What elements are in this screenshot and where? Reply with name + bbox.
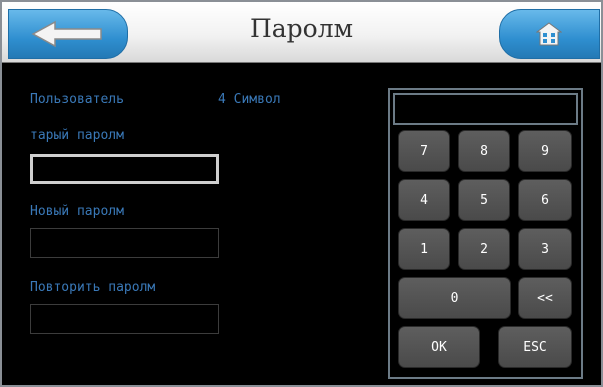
header-bar: Паролм: [2, 2, 601, 63]
old-password-field[interactable]: [30, 154, 219, 184]
key-1[interactable]: 1: [398, 228, 450, 270]
new-password-field[interactable]: [30, 228, 219, 258]
esc-button[interactable]: ESC: [498, 326, 572, 368]
key-6[interactable]: 6: [518, 179, 572, 221]
numeric-keypad: 7 8 9 4 5 6 1 2 3 0 << OK ESC: [388, 88, 583, 379]
old-password-label: тарый паролм: [30, 128, 124, 143]
key-5[interactable]: 5: [458, 179, 510, 221]
app-window: Паролм Пользователь 4 Символ тарый парол…: [0, 0, 603, 387]
ok-button[interactable]: OK: [398, 326, 480, 368]
keypad-display: [393, 93, 578, 125]
key-7[interactable]: 7: [398, 130, 450, 172]
new-password-label: Новый паролм: [30, 204, 124, 219]
key-4[interactable]: 4: [398, 179, 450, 221]
key-0[interactable]: 0: [398, 277, 511, 319]
repeat-password-field[interactable]: [30, 304, 219, 334]
user-value: 4 Символ: [218, 92, 281, 107]
key-2[interactable]: 2: [458, 228, 510, 270]
backspace-button[interactable]: <<: [518, 277, 572, 319]
user-label: Пользователь: [30, 92, 124, 107]
key-9[interactable]: 9: [518, 130, 572, 172]
home-button[interactable]: [499, 9, 600, 59]
home-icon: [536, 22, 562, 46]
key-8[interactable]: 8: [458, 130, 510, 172]
key-3[interactable]: 3: [518, 228, 572, 270]
repeat-password-label: Повторить паролм: [30, 280, 156, 295]
